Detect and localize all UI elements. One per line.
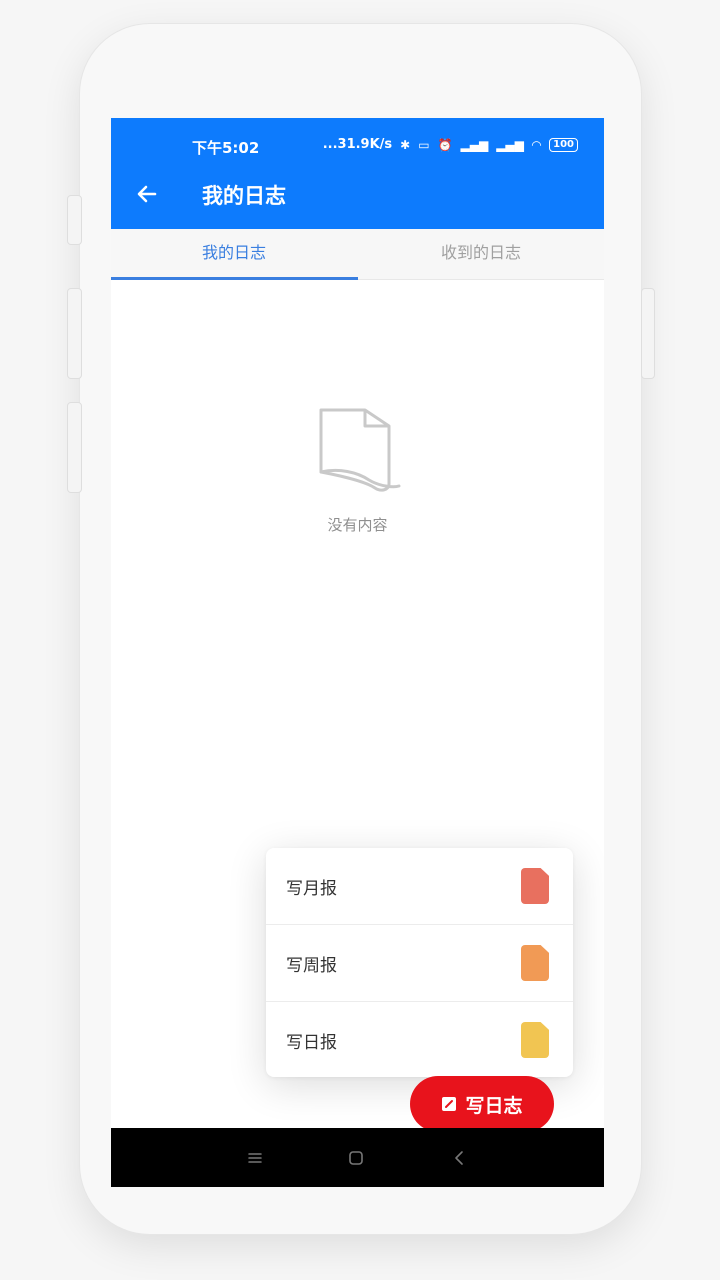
volume-down-button <box>67 288 82 379</box>
empty-state-text: 没有内容 <box>327 516 388 534</box>
signal-icon: ▂▄▆ <box>460 137 489 152</box>
tab-received-logs[interactable]: 收到的日志 <box>358 229 604 279</box>
status-icons: ...31.9K/s ✱ ▭ ⏰ ▂▄▆ ▂▄▆ ◠ 100 <box>323 137 578 152</box>
write-log-menu: 写月报 写周报 写日报 <box>266 848 573 1077</box>
power-button <box>641 288 655 379</box>
back-arrow-icon[interactable] <box>135 182 159 206</box>
menu-item-label: 写日报 <box>286 1033 337 1053</box>
back-icon[interactable] <box>448 1146 472 1170</box>
menu-icon[interactable] <box>243 1146 267 1170</box>
battery-icon: 100 <box>549 137 578 152</box>
tab-bar: 我的日志 收到的日志 <box>111 229 604 280</box>
network-speed: ...31.9K/s <box>322 137 393 152</box>
menu-item-label: 写月报 <box>286 879 337 899</box>
status-time: 下午5:02 <box>192 139 260 157</box>
menu-item-label: 写周报 <box>286 956 337 976</box>
volume-up-button <box>67 195 82 245</box>
edit-icon <box>442 1097 457 1111</box>
document-icon <box>521 945 549 981</box>
alarm-icon: ⏰ <box>437 137 453 152</box>
write-log-label: 写日志 <box>465 1094 523 1117</box>
screen: 下午5:02 ...31.9K/s ✱ ▭ ⏰ ▂▄▆ ▂▄▆ ◠ 100 我的… <box>111 118 604 1187</box>
write-log-button[interactable]: 写日志 <box>410 1076 554 1132</box>
vibrate-icon: ▭ <box>418 137 430 152</box>
menu-item-monthly-report[interactable]: 写月报 <box>266 848 573 925</box>
wifi-icon: ◠ <box>531 137 542 152</box>
page-title: 我的日志 <box>202 184 286 208</box>
empty-document-icon <box>319 408 401 492</box>
tab-my-logs[interactable]: 我的日志 <box>111 229 358 280</box>
signal-2-icon: ▂▄▆ <box>496 137 524 152</box>
menu-item-weekly-report[interactable]: 写周报 <box>266 925 573 1002</box>
document-icon <box>521 868 549 904</box>
menu-item-daily-report[interactable]: 写日报 <box>266 1002 573 1078</box>
document-icon <box>521 1022 549 1058</box>
home-icon[interactable] <box>344 1146 368 1170</box>
side-button <box>67 402 82 493</box>
app-bar: 下午5:02 ...31.9K/s ✱ ▭ ⏰ ▂▄▆ ▂▄▆ ◠ 100 我的… <box>111 118 604 229</box>
bluetooth-icon: ✱ <box>400 137 411 152</box>
system-nav-bar <box>111 1128 604 1187</box>
